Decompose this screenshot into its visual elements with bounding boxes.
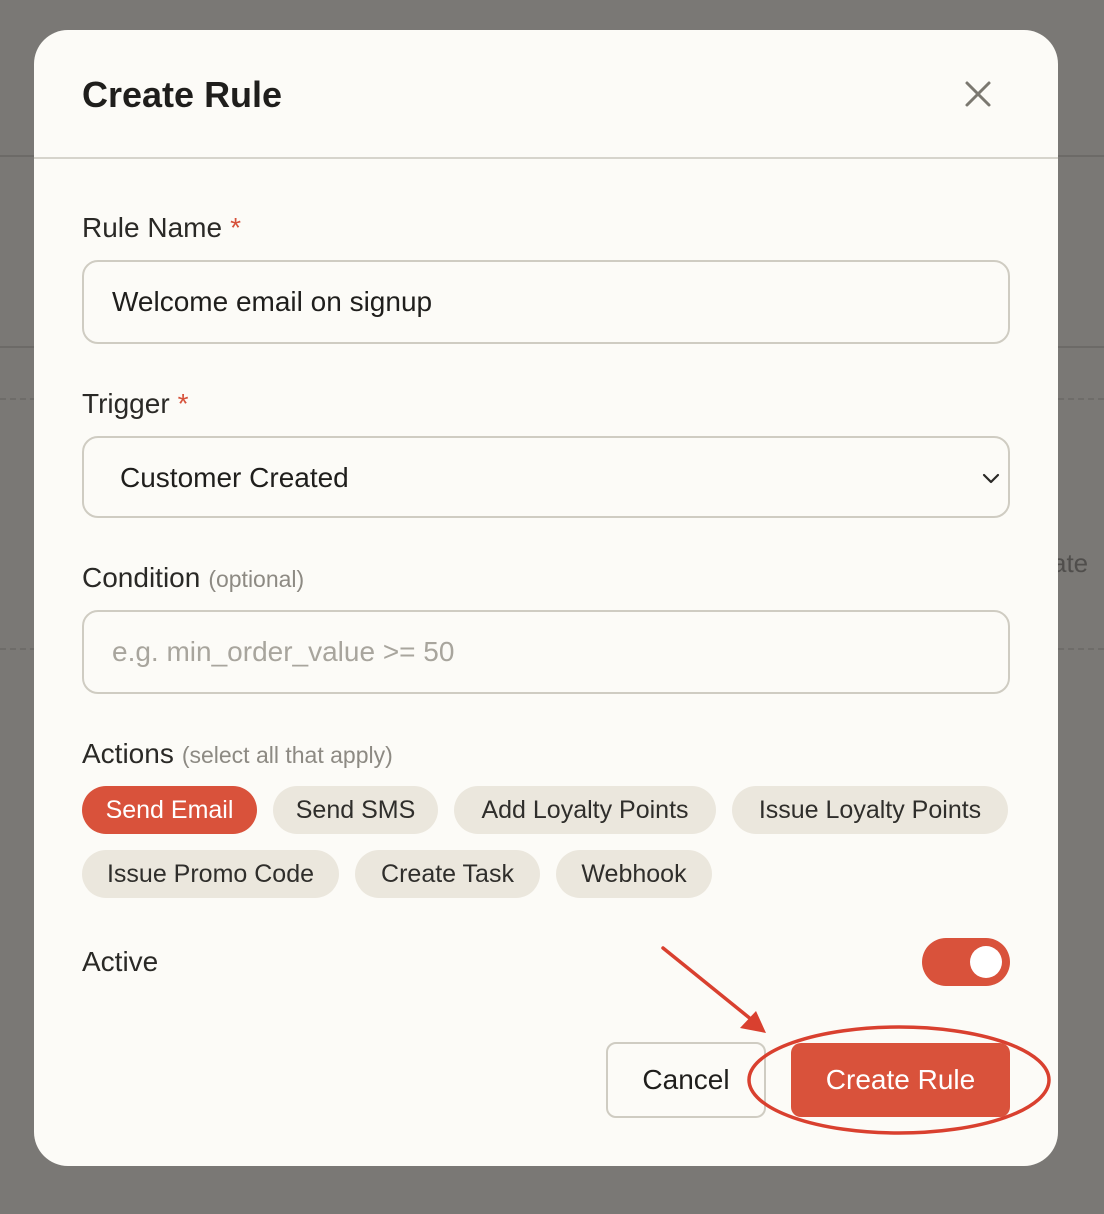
close-icon (965, 81, 991, 107)
condition-label: Condition (optional) (82, 562, 304, 594)
optional-hint: (optional) (208, 566, 305, 592)
create-rule-modal: Create Rule Rule Name* Trigger* Customer… (34, 30, 1058, 1166)
trigger-label: Trigger * (82, 388, 189, 420)
actions-label-text: Actions (82, 738, 174, 769)
actions-chip-group: Send Email Send SMS Add Loyalty Points I… (82, 786, 1022, 902)
active-label: Active (82, 946, 159, 977)
cancel-button[interactable]: Cancel (606, 1042, 766, 1118)
rule-name-input[interactable] (82, 260, 1010, 344)
chevron-down-icon (982, 473, 1000, 484)
active-toggle[interactable] (922, 938, 1010, 986)
required-mark: * (230, 212, 241, 243)
create-rule-button[interactable]: Create Rule (791, 1043, 1010, 1117)
actions-label: Actions (select all that apply) (82, 738, 393, 770)
action-chip-webhook[interactable]: Webhook (556, 850, 712, 898)
action-chip-send-email[interactable]: Send Email (82, 786, 257, 834)
required-mark: * (177, 388, 189, 419)
action-chip-add-loyalty-points[interactable]: Add Loyalty Points (454, 786, 716, 834)
action-chip-issue-loyalty-points[interactable]: Issue Loyalty Points (732, 786, 1008, 834)
trigger-selected-value: Customer Created (120, 462, 349, 493)
rule-name-label-text: Rule Name (82, 212, 223, 243)
rule-name-label: Rule Name * (82, 212, 241, 244)
action-chip-issue-promo-code[interactable]: Issue Promo Code (82, 850, 339, 898)
condition-input[interactable] (82, 610, 1010, 694)
trigger-select[interactable]: Customer Created (82, 436, 1010, 518)
toggle-knob (970, 946, 1002, 978)
close-button[interactable] (958, 74, 998, 114)
trigger-label-text: Trigger (82, 388, 170, 419)
action-chip-send-sms[interactable]: Send SMS (273, 786, 438, 834)
modal-header: Create Rule (34, 30, 1058, 159)
condition-label-text: Condition (82, 562, 201, 593)
actions-hint: (select all that apply) (181, 742, 393, 768)
action-chip-create-task[interactable]: Create Task (355, 850, 540, 898)
modal-title: Create Rule (82, 74, 283, 115)
